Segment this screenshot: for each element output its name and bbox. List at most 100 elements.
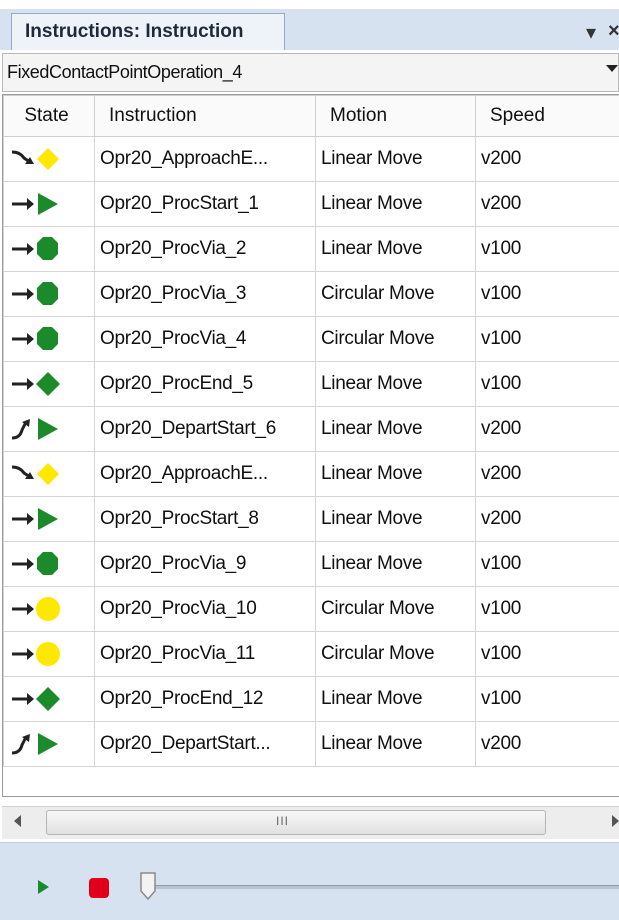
- motion-cell[interactable]: Circular Move: [315, 271, 476, 317]
- table-row[interactable]: Opr20_ProcVia_4 Circular Move v100: [3, 316, 619, 362]
- green-diamond-icon: [12, 687, 60, 711]
- motion-cell[interactable]: Circular Move: [315, 586, 476, 632]
- motion-cell[interactable]: Linear Move: [315, 451, 476, 497]
- motion-cell[interactable]: Circular Move: [315, 316, 476, 362]
- table-row[interactable]: Opr20_ProcVia_10 Circular Move v100: [3, 586, 619, 632]
- yellow-diamond-icon: [11, 463, 59, 485]
- instruction-cell[interactable]: Opr20_ProcStart_8: [94, 496, 316, 542]
- motion-cell[interactable]: Linear Move: [315, 181, 476, 227]
- state-cell: [3, 271, 95, 317]
- close-icon[interactable]: ×: [608, 20, 619, 43]
- table-row[interactable]: Opr20_ProcEnd_5 Linear Move v100: [3, 361, 619, 407]
- simulation-slider-thumb[interactable]: [139, 871, 157, 901]
- panel-titlebar: Instructions: Instruction ▾ ×: [0, 0, 619, 50]
- instruction-cell[interactable]: Opr20_DepartStart...: [94, 721, 316, 767]
- state-cell: [3, 496, 95, 542]
- scroll-right-icon[interactable]: [612, 815, 619, 827]
- speed-cell[interactable]: v200: [475, 406, 619, 452]
- green-octagon-icon: [12, 552, 58, 575]
- column-header-speed[interactable]: Speed: [475, 95, 619, 137]
- instruction-cell[interactable]: Opr20_ProcVia_4: [94, 316, 316, 362]
- yellow-diamond-icon: [11, 148, 59, 170]
- scroll-left-icon[interactable]: [14, 815, 21, 827]
- speed-cell[interactable]: v100: [475, 541, 619, 587]
- simulation-slider-track[interactable]: [150, 885, 619, 889]
- speed-cell[interactable]: v100: [475, 271, 619, 317]
- table-header-row: State Instruction Motion Speed: [3, 95, 619, 137]
- instruction-cell[interactable]: Opr20_ProcVia_10: [94, 586, 316, 632]
- table-row[interactable]: Opr20_DepartStart_6 Linear Move v200: [3, 406, 619, 452]
- green-octagon-icon: [12, 327, 58, 350]
- instruction-cell[interactable]: Opr20_ProcVia_2: [94, 226, 316, 272]
- motion-cell[interactable]: Linear Move: [315, 136, 476, 182]
- speed-cell[interactable]: v100: [475, 631, 619, 677]
- table-row[interactable]: Opr20_ProcVia_9 Linear Move v100: [3, 541, 619, 587]
- operation-select[interactable]: FixedContactPointOperation_4: [2, 53, 619, 92]
- speed-cell[interactable]: v100: [475, 586, 619, 632]
- green-octagon-icon: [12, 237, 58, 260]
- instruction-cell[interactable]: Opr20_ProcVia_11: [94, 631, 316, 677]
- motion-cell[interactable]: Linear Move: [315, 406, 476, 452]
- instruction-table: State Instruction Motion Speed Opr20_App…: [3, 95, 619, 767]
- speed-cell[interactable]: v100: [475, 226, 619, 272]
- state-cell: [3, 316, 95, 362]
- motion-cell[interactable]: Linear Move: [315, 496, 476, 542]
- state-cell: [3, 226, 95, 272]
- table-row[interactable]: Opr20_ApproachE... Linear Move v200: [3, 451, 619, 497]
- instruction-cell[interactable]: Opr20_ProcStart_1: [94, 181, 316, 227]
- green-octagon-icon: [12, 282, 58, 305]
- table-row[interactable]: Opr20_ProcVia_11 Circular Move v100: [3, 631, 619, 677]
- table-row[interactable]: Opr20_DepartStart... Linear Move v200: [3, 721, 619, 767]
- state-cell: [3, 631, 95, 677]
- instruction-cell[interactable]: Opr20_DepartStart_6: [94, 406, 316, 452]
- motion-cell[interactable]: Linear Move: [315, 676, 476, 722]
- table-row[interactable]: Opr20_ApproachE... Linear Move v200: [3, 136, 619, 182]
- instruction-cell[interactable]: Opr20_ProcEnd_12: [94, 676, 316, 722]
- instruction-cell[interactable]: Opr20_ProcEnd_5: [94, 361, 316, 407]
- player-bar: [0, 842, 619, 920]
- yellow-circle-icon: [12, 597, 60, 621]
- scrollbar-thumb[interactable]: [46, 810, 546, 835]
- table-row[interactable]: Opr20_ProcVia_3 Circular Move v100: [3, 271, 619, 317]
- instruction-cell[interactable]: Opr20_ProcVia_9: [94, 541, 316, 587]
- speed-cell[interactable]: v200: [475, 721, 619, 767]
- speed-cell[interactable]: v100: [475, 316, 619, 362]
- play-icon[interactable]: [38, 880, 49, 894]
- instruction-cell[interactable]: Opr20_ApproachE...: [94, 451, 316, 497]
- stop-icon[interactable]: [89, 878, 109, 898]
- speed-cell[interactable]: v100: [475, 676, 619, 722]
- instruction-grid: State Instruction Motion Speed Opr20_App…: [2, 94, 619, 797]
- table-row[interactable]: Opr20_ProcStart_1 Linear Move v200: [3, 181, 619, 227]
- table-row[interactable]: Opr20_ProcStart_8 Linear Move v200: [3, 496, 619, 542]
- state-cell: [3, 406, 95, 452]
- column-header-state[interactable]: State: [3, 95, 95, 137]
- horizontal-scrollbar[interactable]: III: [2, 806, 619, 839]
- state-cell: [3, 676, 95, 722]
- operation-select-value: FixedContactPointOperation_4: [7, 62, 242, 82]
- yellow-circle-icon: [12, 642, 60, 666]
- state-cell: [3, 451, 95, 497]
- green-triangle-icon: [11, 418, 58, 440]
- speed-cell[interactable]: v200: [475, 496, 619, 542]
- column-header-instruction[interactable]: Instruction: [94, 95, 316, 137]
- motion-cell[interactable]: Linear Move: [315, 721, 476, 767]
- speed-cell[interactable]: v200: [475, 451, 619, 497]
- instruction-cell[interactable]: Opr20_ProcVia_3: [94, 271, 316, 317]
- motion-cell[interactable]: Linear Move: [315, 361, 476, 407]
- instruction-cell[interactable]: Opr20_ApproachE...: [94, 136, 316, 182]
- motion-cell[interactable]: Linear Move: [315, 541, 476, 587]
- speed-cell[interactable]: v200: [475, 181, 619, 227]
- motion-cell[interactable]: Linear Move: [315, 226, 476, 272]
- state-cell: [3, 721, 95, 767]
- chevron-down-icon[interactable]: [606, 65, 618, 72]
- column-header-motion[interactable]: Motion: [315, 95, 476, 137]
- motion-cell[interactable]: Circular Move: [315, 631, 476, 677]
- speed-cell[interactable]: v200: [475, 136, 619, 182]
- speed-cell[interactable]: v100: [475, 361, 619, 407]
- table-row[interactable]: Opr20_ProcEnd_12 Linear Move v100: [3, 676, 619, 722]
- green-diamond-icon: [12, 372, 60, 396]
- state-cell: [3, 541, 95, 587]
- tab-instructions[interactable]: Instructions: Instruction: [11, 13, 285, 50]
- table-row[interactable]: Opr20_ProcVia_2 Linear Move v100: [3, 226, 619, 272]
- pin-icon[interactable]: ▾: [586, 20, 596, 45]
